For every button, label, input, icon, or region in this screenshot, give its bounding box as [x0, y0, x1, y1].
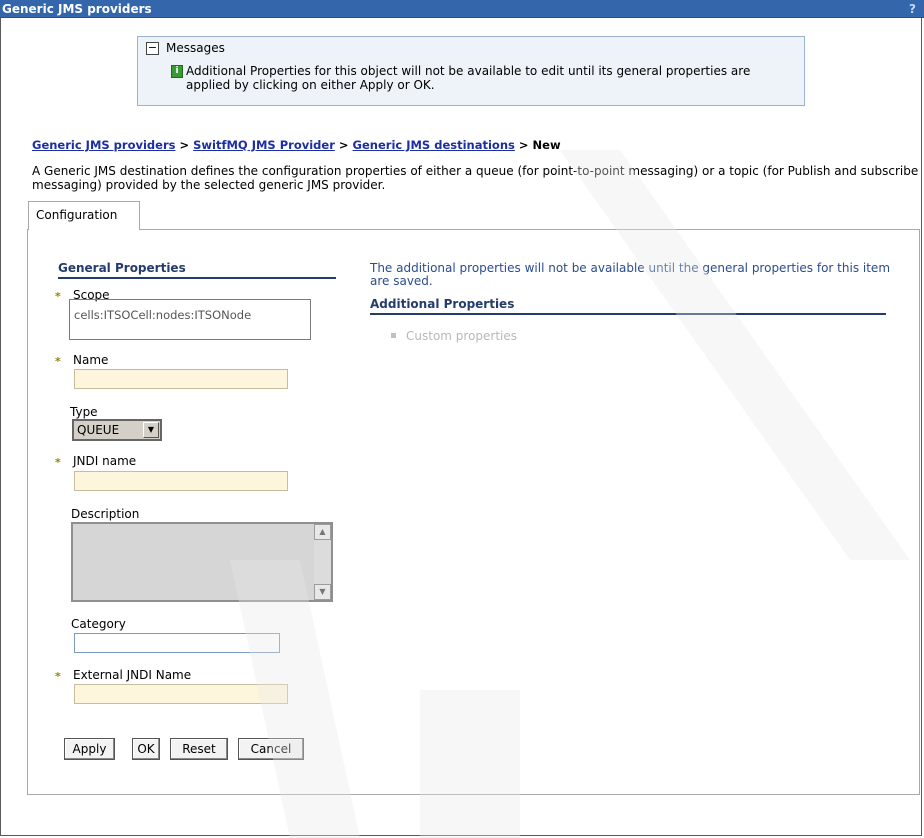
- page-description: A Generic JMS destination defines the co…: [32, 164, 919, 192]
- breadcrumb-separator: >: [518, 138, 529, 152]
- window-titlebar: Generic JMS providers ?: [0, 0, 924, 18]
- scroll-down-icon[interactable]: ▼: [314, 584, 331, 600]
- apply-button[interactable]: Apply: [64, 738, 115, 760]
- breadcrumb-link-destinations[interactable]: Generic JMS destinations: [353, 138, 515, 152]
- name-label: Name: [73, 353, 109, 367]
- custom-properties-link: Custom properties: [406, 329, 518, 343]
- type-select[interactable]: QUEUE ▼: [72, 419, 162, 441]
- additional-properties-note: The additional properties will not be av…: [370, 261, 891, 288]
- category-label: Category: [71, 617, 126, 631]
- jndi-name-label: JNDI name: [73, 454, 137, 468]
- help-icon[interactable]: ?: [909, 0, 916, 18]
- breadcrumb-separator: >: [179, 138, 190, 152]
- breadcrumb-current: New: [532, 138, 561, 152]
- general-properties-title: General Properties: [58, 261, 336, 279]
- scrollbar[interactable]: ▲ ▼: [314, 524, 331, 600]
- collapse-icon[interactable]: −: [146, 42, 159, 55]
- message-text: Additional Properties for this object wi…: [186, 64, 751, 92]
- additional-properties-title: Additional Properties: [370, 297, 886, 315]
- ok-button[interactable]: OK: [132, 738, 160, 760]
- info-icon: i: [171, 65, 183, 78]
- external-jndi-input[interactable]: [74, 684, 288, 704]
- messages-title: Messages: [166, 41, 225, 55]
- list-item: Custom properties: [391, 329, 517, 343]
- breadcrumb-separator: >: [338, 138, 349, 152]
- description-textarea[interactable]: ▲ ▼: [71, 522, 333, 602]
- breadcrumb-link-providers[interactable]: Generic JMS providers: [32, 138, 175, 152]
- breadcrumb: Generic JMS providers > SwitfMQ JMS Prov…: [32, 138, 561, 152]
- window-title: Generic JMS providers: [2, 2, 152, 16]
- cancel-button[interactable]: Cancel: [238, 738, 304, 760]
- jndi-name-input[interactable]: [74, 471, 288, 491]
- tab-configuration[interactable]: Configuration: [28, 201, 140, 230]
- breadcrumb-link-provider[interactable]: SwitfMQ JMS Provider: [193, 138, 335, 152]
- type-select-value: QUEUE: [77, 423, 120, 437]
- required-icon: *: [55, 290, 61, 303]
- scope-value: cells:ITSOCell:nodes:ITSONode: [69, 299, 311, 340]
- type-label: Type: [70, 405, 98, 419]
- category-input[interactable]: [74, 633, 280, 653]
- external-jndi-label: External JNDI Name: [73, 668, 192, 682]
- scroll-up-icon[interactable]: ▲: [314, 524, 331, 540]
- required-icon: *: [55, 355, 61, 368]
- messages-box: − Messages i Additional Properties for t…: [137, 36, 805, 106]
- chevron-down-icon[interactable]: ▼: [143, 422, 159, 438]
- required-icon: *: [55, 670, 61, 683]
- reset-button[interactable]: Reset: [170, 738, 228, 760]
- name-input[interactable]: [74, 369, 288, 389]
- description-label: Description: [71, 507, 140, 521]
- required-icon: *: [55, 456, 61, 469]
- bullet-icon: [391, 333, 396, 338]
